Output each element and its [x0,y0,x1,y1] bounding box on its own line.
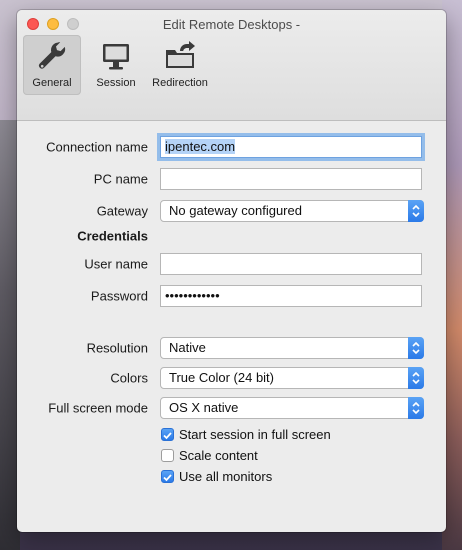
colors-row: Colors True Color (24 bit) [17,365,446,391]
connection-name-value: ipentec.com [165,139,236,154]
pc-name-input[interactable] [160,168,422,190]
password-input[interactable]: •••••••••••• [160,285,422,307]
password-label: Password [90,288,148,304]
scale-content-label: Scale content [179,448,258,463]
chevron-updown-icon [408,367,424,389]
resolution-row: Resolution Native [17,335,446,361]
use-all-monitors-label: Use all monitors [179,469,273,484]
tab-session-label: Session [96,77,136,89]
tab-redirection[interactable]: Redirection [151,35,209,95]
user-name-row: User name [17,251,446,277]
resolution-label: Resolution [86,340,148,356]
gateway-label: Gateway [96,203,148,219]
monitor-icon [103,44,129,70]
start-full-screen-label: Start session in full screen [179,427,331,442]
titlebar: Edit Remote Desktops - General Session R… [17,10,446,121]
chevron-updown-icon [408,200,424,222]
start-full-screen-checkbox-row[interactable]: Start session in full screen [17,426,446,444]
scale-content-checkbox[interactable] [161,449,174,462]
gateway-row: Gateway No gateway configured [17,198,446,224]
password-row: Password •••••••••••• [17,283,446,309]
use-all-monitors-checkbox-row[interactable]: Use all monitors [17,468,446,486]
resolution-select[interactable]: Native [160,337,424,359]
gateway-value: No gateway configured [169,203,302,218]
full-screen-mode-select[interactable]: OS X native [160,397,424,419]
chevron-updown-icon [408,397,424,419]
chevron-updown-icon [408,337,424,359]
colors-label: Colors [110,370,148,386]
credentials-row: Credentials [17,223,446,249]
colors-select[interactable]: True Color (24 bit) [160,367,424,389]
tab-general[interactable]: General [23,35,81,95]
connection-name-input[interactable]: ipentec.com [160,136,422,158]
tab-general-label: General [32,77,72,89]
checkmark-icon [163,474,172,482]
full-screen-mode-label: Full screen mode [48,400,148,416]
colors-value: True Color (24 bit) [169,370,274,385]
user-name-input[interactable] [160,253,422,275]
resolution-value: Native [169,340,206,355]
full-screen-mode-row: Full screen mode OS X native [17,395,446,421]
connection-name-label: Connection name [46,139,148,155]
start-full-screen-checkbox[interactable] [161,428,174,441]
window-title: Edit Remote Desktops - [162,17,301,32]
credentials-heading: Credentials [77,228,148,244]
tab-redirection-label: Redirection [152,77,208,89]
full-screen-mode-value: OS X native [169,400,239,415]
gateway-select[interactable]: No gateway configured [160,200,424,222]
pc-name-row: PC name [17,166,446,192]
tab-session[interactable]: Session [87,35,145,95]
checkmark-icon [163,432,172,440]
wrench-icon [38,42,66,69]
folder-redirect-icon [166,41,195,68]
use-all-monitors-checkbox[interactable] [161,470,174,483]
preferences-toolbar: General Session Redirection [23,35,209,95]
password-value: •••••••••••• [165,288,220,303]
connection-name-row: Connection name ipentec.com [17,134,446,160]
edit-remote-desktops-window: Edit Remote Desktops - General Session R… [17,10,446,532]
scale-content-checkbox-row[interactable]: Scale content [17,447,446,465]
pc-name-label: PC name [93,171,148,187]
user-name-label: User name [84,256,148,272]
